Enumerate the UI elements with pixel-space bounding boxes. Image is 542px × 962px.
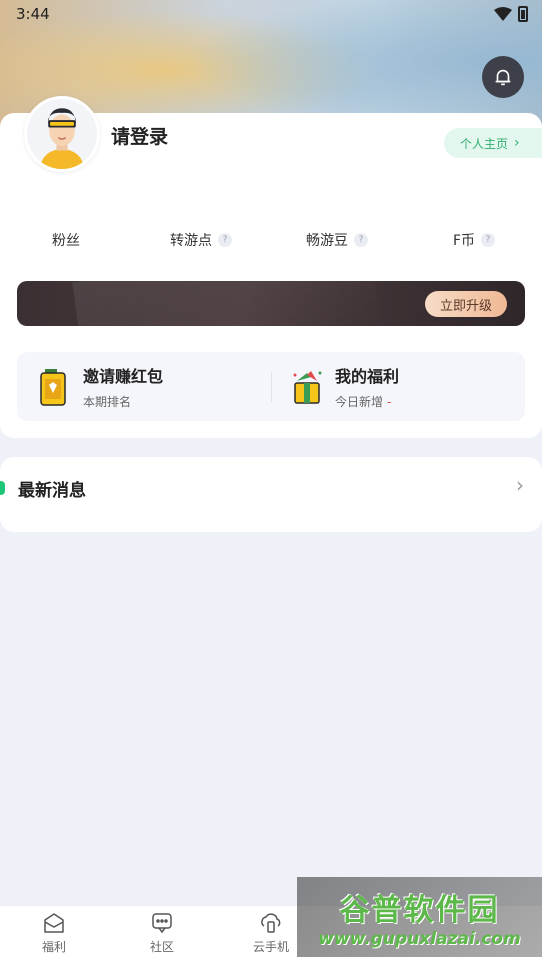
today-new-label: 今日新增 xyxy=(335,395,384,409)
vip-upgrade-banner[interactable]: 立即升级 xyxy=(17,281,525,326)
help-icon[interactable]: ? xyxy=(218,233,232,247)
login-prompt[interactable]: 请登录 xyxy=(111,122,168,149)
my-welfare-title: 我的福利 xyxy=(335,367,400,386)
status-bar: 3:44 xyxy=(0,0,542,28)
chevron-right-icon: › xyxy=(516,473,524,497)
chevron-right-icon: › xyxy=(514,135,520,151)
battery-gift-icon xyxy=(40,368,66,406)
today-new-value: - xyxy=(387,395,392,409)
stat-fans[interactable]: 粉丝 xyxy=(52,230,80,250)
battery-icon xyxy=(518,6,528,22)
tab-community[interactable]: 社区 xyxy=(122,912,202,955)
watermark-title: 谷普软件园 xyxy=(339,893,500,928)
stat-transfer-points[interactable]: 转游点 ? xyxy=(170,230,232,250)
personal-homepage-label: 个人主页 xyxy=(460,136,509,151)
watermark-url: www.gupuxlazai.com xyxy=(318,929,521,949)
stat-f-coin[interactable]: F币 ? xyxy=(453,230,496,250)
wifi-icon xyxy=(494,7,512,21)
stat-label: 粉丝 xyxy=(52,233,80,249)
tab-welfare[interactable]: 福利 xyxy=(14,912,94,955)
invite-subtitle: 本期排名 xyxy=(83,395,132,409)
stat-label: 转游点 xyxy=(170,233,212,249)
my-welfare-item[interactable]: 我的福利 今日新增 - xyxy=(289,352,399,421)
cloud-phone-icon xyxy=(261,913,281,933)
gift-mail-icon xyxy=(44,913,64,933)
stat-label: F币 xyxy=(453,233,476,249)
tab-label: 云手机 xyxy=(252,940,289,954)
latest-news-card[interactable]: 最新消息 › xyxy=(0,457,542,532)
section-indicator xyxy=(0,481,5,495)
personal-homepage-button[interactable]: 个人主页 › xyxy=(444,128,542,158)
tab-label: 福利 xyxy=(41,940,66,954)
status-time: 3:44 xyxy=(16,5,50,23)
my-welfare-subtitle: 今日新增 - xyxy=(335,393,399,410)
invite-title: 邀请赚红包 xyxy=(83,367,164,386)
help-icon[interactable]: ? xyxy=(481,233,496,247)
invite-red-packet-item[interactable]: 邀请赚红包 本期排名 xyxy=(37,352,163,421)
gift-box-icon xyxy=(293,370,322,404)
welfare-box: 邀请赚红包 本期排名 我的福利 今日新增 - xyxy=(17,352,525,421)
watermark-overlay: 谷普软件园 www.gupuxlazai.com xyxy=(297,877,542,957)
stat-beans[interactable]: 畅游豆 ? xyxy=(306,230,368,250)
divider xyxy=(271,372,272,402)
tab-label: 社区 xyxy=(149,940,174,954)
avatar-illustration-icon xyxy=(27,99,97,169)
help-icon[interactable]: ? xyxy=(354,233,368,247)
avatar[interactable] xyxy=(24,96,100,172)
latest-news-title: 最新消息 xyxy=(18,481,86,501)
chat-icon xyxy=(152,913,172,934)
stat-label: 畅游豆 xyxy=(306,233,348,249)
bell-icon xyxy=(495,69,511,86)
notification-button[interactable] xyxy=(482,56,524,98)
upgrade-button[interactable]: 立即升级 xyxy=(425,291,507,317)
status-icons xyxy=(494,6,528,22)
